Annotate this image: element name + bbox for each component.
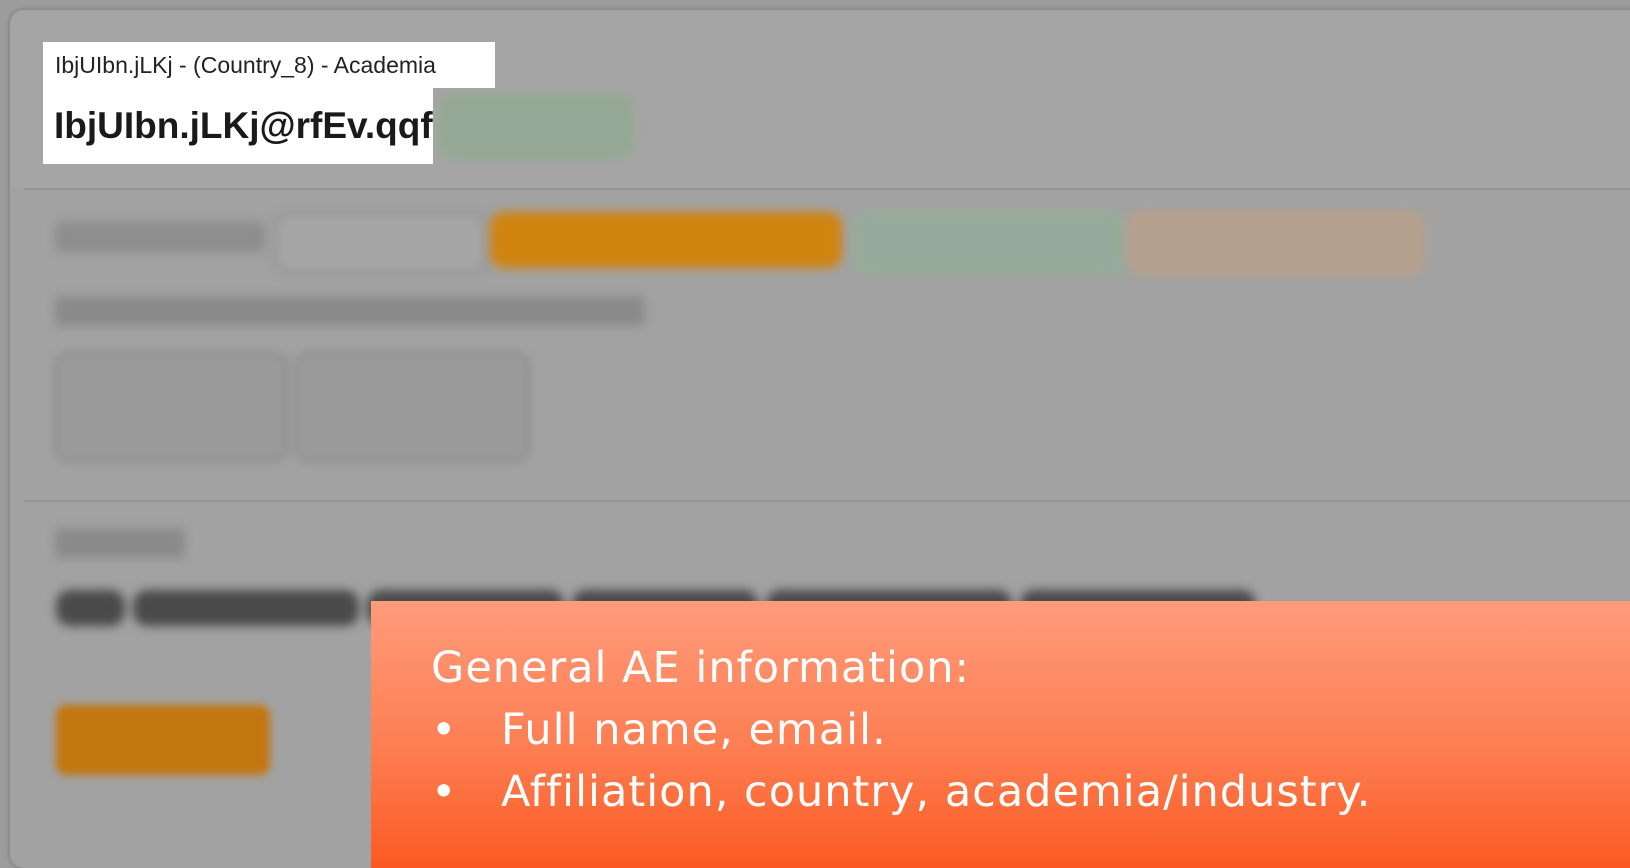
stats-label (55, 222, 265, 252)
info-callout: General AE information: • Full name, ema… (371, 601, 1630, 868)
view-details-button[interactable] (56, 705, 270, 775)
review-badge (490, 212, 842, 268)
avg-time-badge (853, 212, 1124, 274)
processed-badge (275, 212, 487, 274)
callout-list: • Full name, email. • Affiliation, count… (431, 699, 1630, 823)
expertise-label (55, 528, 185, 558)
recommendations-label (55, 296, 645, 326)
callout-item-text: Affiliation, country, academia/industry. (501, 767, 1372, 817)
divider (24, 188, 1630, 190)
stat-box (294, 352, 530, 462)
divider (24, 500, 1630, 502)
callout-list-item: • Full name, email. (431, 699, 1630, 761)
profile-email: IbjUIbn.jLKj@rfEv.qqf (43, 88, 433, 164)
callout-title: General AE information: (431, 643, 971, 693)
expertise-tag (132, 590, 359, 626)
worst-time-badge (1128, 212, 1424, 274)
bullet-icon: • (431, 705, 458, 755)
profile-subtitle: IbjUIbn.jLKj - (Country_8) - Academia (43, 42, 495, 88)
bullet-icon: • (431, 767, 458, 817)
stat-box (54, 352, 288, 462)
callout-list-item: • Affiliation, country, academia/industr… (431, 761, 1630, 823)
status-badge (440, 96, 632, 158)
callout-item-text: Full name, email. (501, 705, 887, 755)
expertise-tag (56, 590, 125, 626)
